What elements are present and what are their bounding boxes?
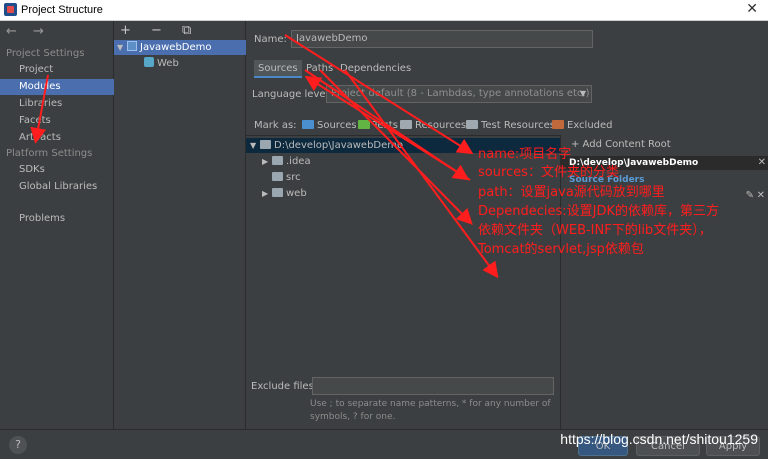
collapse-arrow-icon[interactable]: ▶ <box>262 154 272 169</box>
section-platform-settings: Platform Settings <box>6 148 93 159</box>
mark-as-label: Mark as: <box>254 120 297 131</box>
name-input[interactable]: JavawebDemo <box>291 30 593 48</box>
mark-resources-button[interactable]: Resources <box>400 119 466 133</box>
tab-paths[interactable]: Paths <box>302 60 337 78</box>
folder-icon <box>272 172 283 181</box>
settings-navigation: ← → Project Settings Project Modules Lib… <box>0 21 114 429</box>
mark-tests-button[interactable]: Tests <box>358 119 398 133</box>
remove-root-icon[interactable]: ✕ <box>758 156 766 170</box>
intellij-icon <box>4 3 17 16</box>
folder-icon <box>272 156 283 165</box>
tests-folder-icon <box>358 120 370 129</box>
nav-item-problems[interactable]: Problems <box>0 211 114 227</box>
folder-node-web[interactable]: ▶ web <box>246 186 307 201</box>
exclude-files-input[interactable] <box>312 377 554 395</box>
module-label: JavawebDemo <box>140 42 212 53</box>
modules-toolbar[interactable]: + − ⧉ <box>120 23 199 38</box>
sources-folder-icon <box>302 120 314 129</box>
nav-item-project[interactable]: Project <box>0 62 114 78</box>
tab-dependencies[interactable]: Dependencies <box>336 60 415 78</box>
section-project-settings: Project Settings <box>6 48 85 59</box>
folder-icon <box>260 140 271 149</box>
nav-item-artifacts[interactable]: Artifacts <box>0 130 114 146</box>
nav-item-facets[interactable]: Facets <box>0 113 114 129</box>
web-facet-icon <box>144 57 154 67</box>
annotation-dependencies-2: 依赖文件夹（WEB-INF下的lib文件夹）， <box>478 223 712 238</box>
module-icon <box>127 41 137 51</box>
help-button[interactable]: ? <box>9 436 27 454</box>
excluded-folder-icon <box>552 120 564 129</box>
mark-test-resources-button[interactable]: Test Resources <box>466 119 555 133</box>
language-level-select[interactable]: Project default (8 - Lambdas, type annot… <box>326 85 592 103</box>
mark-as-toolbar: Mark as: Sources Tests Resources Test Re… <box>246 117 768 135</box>
mark-sources-button[interactable]: Sources <box>302 119 357 133</box>
close-icon[interactable]: ✕ <box>746 1 758 17</box>
annotation-dependencies-3: Tomcat的servlet,jsp依赖包 <box>478 242 644 257</box>
folder-node-idea[interactable]: ▶ .idea <box>246 154 311 169</box>
folder-icon <box>272 188 283 197</box>
remove-folder-icon[interactable]: ✕ <box>757 190 765 201</box>
exclude-files-label: Exclude files: <box>251 381 318 392</box>
nav-item-sdks[interactable]: SDKs <box>0 162 114 178</box>
annotation-name: name:项目名字 <box>478 147 572 162</box>
facet-node-web[interactable]: Web <box>114 56 246 71</box>
expand-arrow-icon[interactable]: ▼ <box>250 138 260 153</box>
modules-tree-pane: + − ⧉ ▼ JavawebDemo Web <box>114 21 246 429</box>
window-title: Project Structure <box>21 4 103 16</box>
nav-item-global-libraries[interactable]: Global Libraries <box>0 179 114 195</box>
mark-excluded-button[interactable]: Excluded <box>552 119 613 133</box>
exclude-hint: Use ; to separate name patterns, * for a… <box>310 399 551 422</box>
collapse-arrow-icon[interactable]: ▶ <box>262 186 272 201</box>
annotation-dependencies: Dependecies:设置JDK的依赖库，第三方 <box>478 204 720 219</box>
nav-item-libraries[interactable]: Libraries <box>0 96 114 112</box>
tab-sources[interactable]: Sources <box>254 60 302 78</box>
add-content-root-button[interactable]: + Add Content Root <box>571 139 671 150</box>
title-bar: Project Structure ✕ <box>0 0 768 21</box>
folder-node-src[interactable]: src <box>246 170 301 185</box>
module-node-javawebdemo[interactable]: ▼ JavawebDemo <box>114 40 246 55</box>
chevron-down-icon: ▼ <box>579 89 586 98</box>
resources-folder-icon <box>400 120 412 129</box>
annotation-sources: sources：文件夹的分类 <box>478 165 619 180</box>
expand-arrow-icon[interactable]: ▼ <box>117 40 127 55</box>
watermark: https://blog.csdn.net/shitou1259 <box>560 431 758 447</box>
test-resources-folder-icon <box>466 120 478 129</box>
facet-label: Web <box>157 58 179 69</box>
language-level-label: Language level: <box>252 89 332 100</box>
annotation-path: path：设置java源代码放到哪里 <box>478 185 665 200</box>
edit-icon[interactable]: ✎ <box>746 190 754 201</box>
back-forward-icons[interactable]: ← → <box>6 24 50 39</box>
language-level-value: Project default (8 - Lambdas, type annot… <box>331 88 590 99</box>
name-label: Name: <box>254 34 287 45</box>
nav-item-modules[interactable]: Modules <box>0 79 114 95</box>
